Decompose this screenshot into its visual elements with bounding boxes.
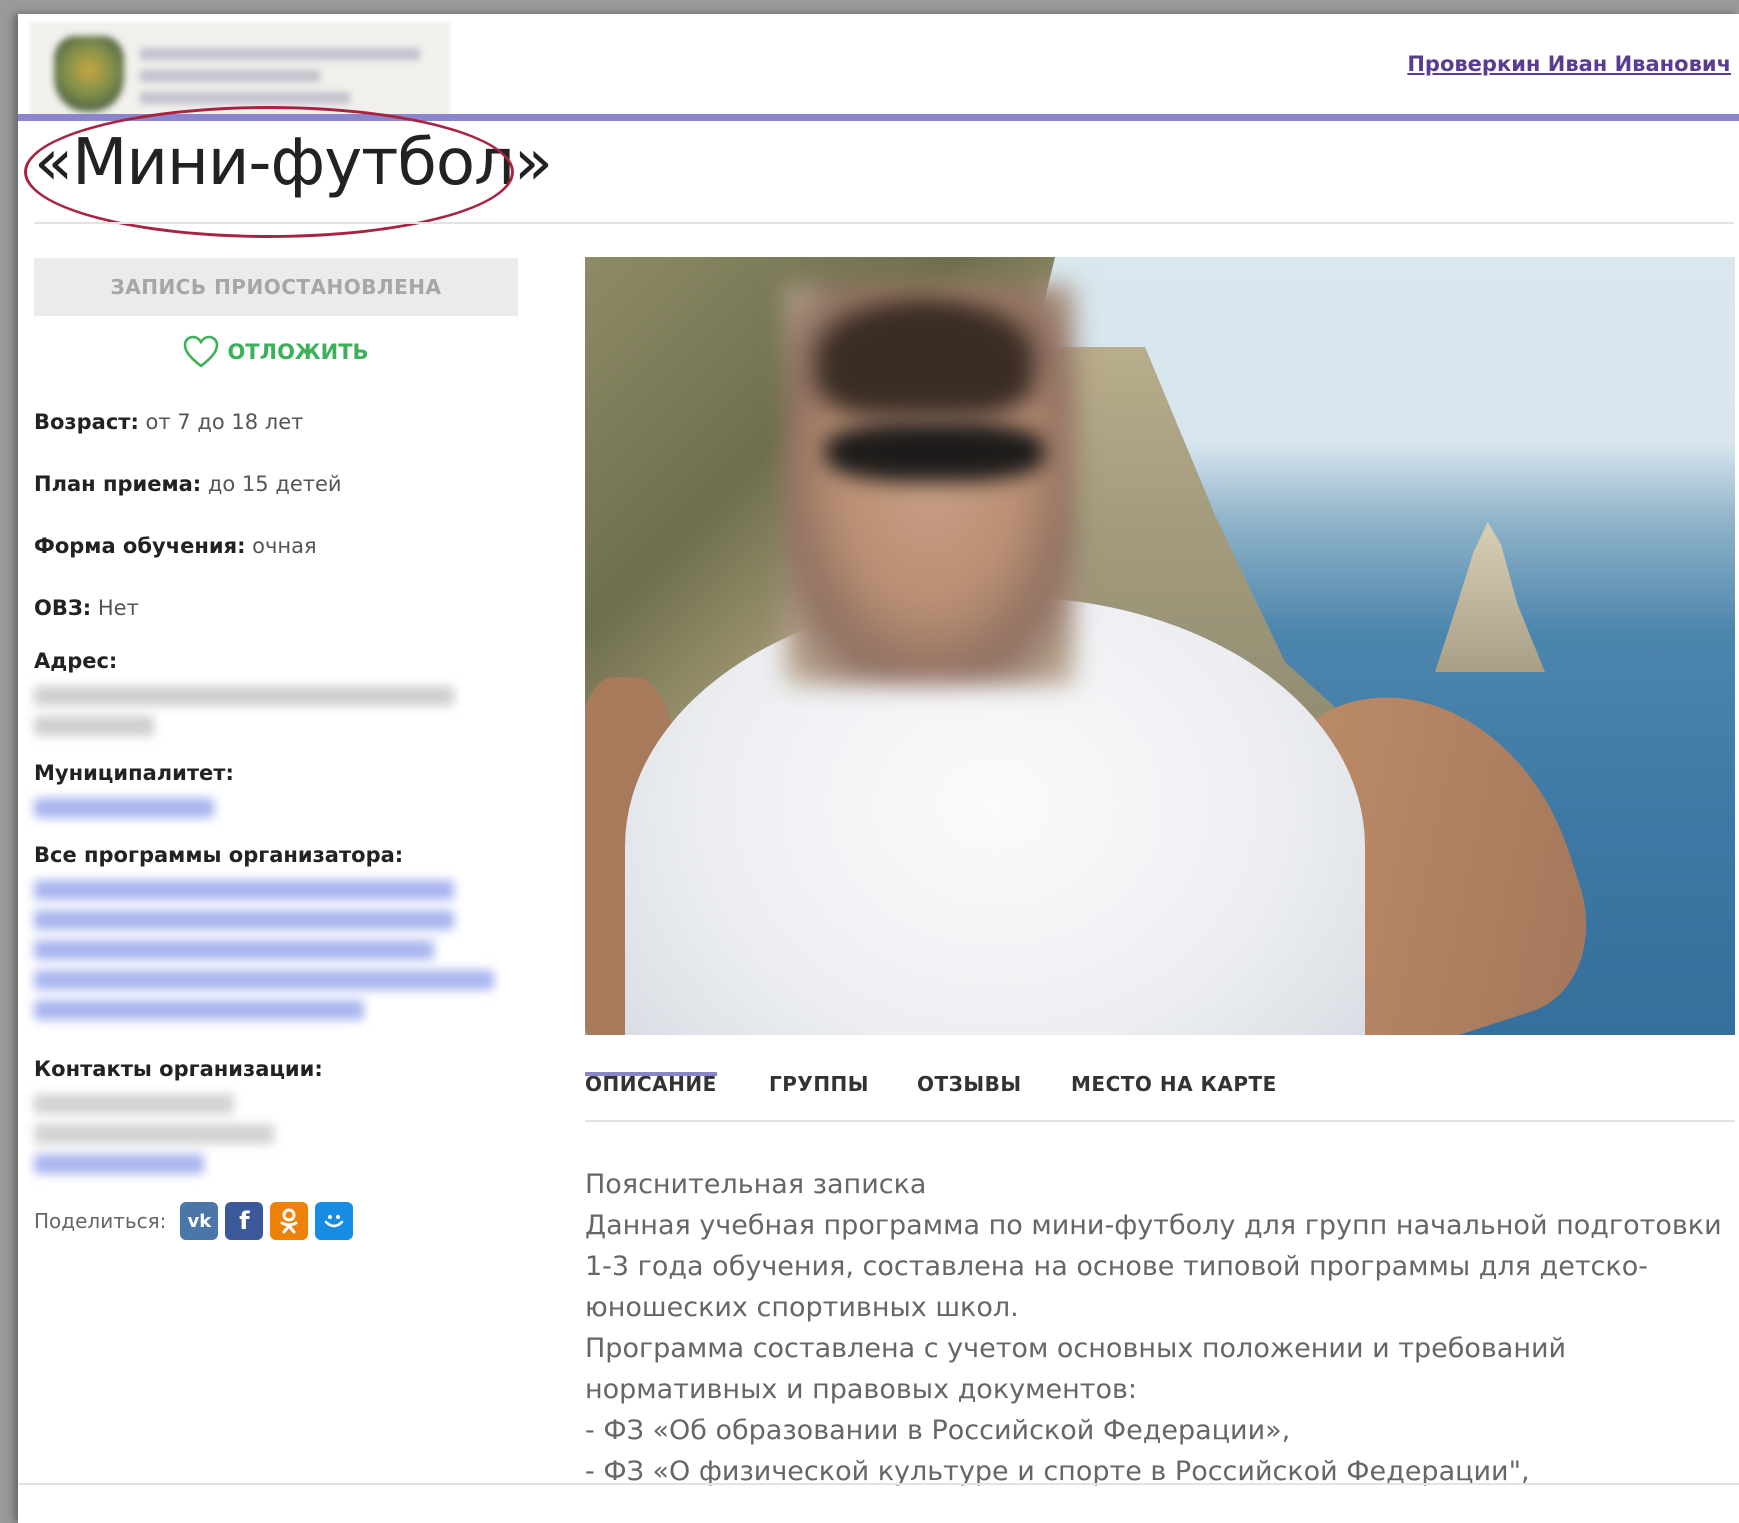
tab-map-location[interactable]: МЕСТО НА КАРТЕ — [1071, 1072, 1277, 1096]
ovz-value: Нет — [97, 596, 139, 620]
description-line: 1-3 года обучения, составлена на основе … — [585, 1251, 1648, 1282]
age-value: от 7 до 18 лет — [145, 410, 304, 434]
site-logo[interactable] — [30, 22, 450, 118]
program-photo — [585, 257, 1735, 1035]
description-line: юношеских спортивных школ. — [585, 1292, 1019, 1323]
moimir-icon[interactable] — [315, 1202, 354, 1240]
organizer-programs-redacted[interactable] — [34, 880, 518, 1020]
facebook-icon[interactable]: f — [225, 1202, 264, 1240]
form-key: Форма обучения: — [34, 534, 246, 558]
description-line: Программа составлена с учетом основных п… — [585, 1333, 1567, 1364]
description-line: Пояснительная записка — [585, 1169, 927, 1200]
vk-icon[interactable]: vk — [180, 1202, 219, 1240]
share-bar: Поделиться: vk f — [34, 1202, 518, 1240]
tab-groups[interactable]: ГРУППЫ — [769, 1072, 869, 1096]
plan-row: План приема: до 15 детей — [34, 462, 518, 506]
active-tab-indicator — [585, 1072, 717, 1076]
address-redacted — [34, 686, 518, 736]
tab-reviews[interactable]: ОТЗЫВЫ — [917, 1072, 1022, 1096]
site-header: Проверкин Иван Иванович — [18, 14, 1739, 118]
photo-hair — [815, 297, 1035, 417]
municipality-label: Муниципалитет: — [34, 761, 234, 785]
tabs-divider — [585, 1120, 1735, 1122]
contacts-redacted — [34, 1094, 518, 1174]
heart-outline-icon — [184, 335, 219, 368]
contacts-label: Контакты организации: — [34, 1057, 323, 1081]
form-value: очная — [252, 534, 317, 558]
description-line: - ФЗ «О физической культуре и спорте в Р… — [585, 1456, 1530, 1487]
coat-of-arms-icon — [54, 36, 124, 112]
postpone-label: ОТЛОЖИТЬ — [227, 340, 369, 364]
plan-key: План приема: — [34, 472, 202, 496]
annotation-ellipse — [24, 106, 514, 238]
ovz-key: ОВЗ: — [34, 596, 92, 620]
description-line: - ФЗ «Об образовании в Российской Федера… — [585, 1415, 1291, 1446]
odnoklassniki-icon[interactable] — [270, 1202, 309, 1240]
age-row: Возраст: от 7 до 18 лет — [34, 400, 518, 444]
address-label: Адрес: — [34, 649, 118, 673]
logo-text-redacted — [140, 48, 440, 114]
ovz-row: ОВЗ: Нет — [34, 586, 518, 630]
description-line: Данная учебная программа по мини-футболу… — [585, 1210, 1722, 1241]
plan-value: до 15 детей — [207, 472, 342, 496]
photo-sea-rock — [1435, 522, 1545, 672]
form-row: Форма обучения: очная — [34, 524, 518, 568]
description-line: нормативных и правовых документов: — [585, 1374, 1137, 1405]
photo-sunglasses — [825, 422, 1045, 482]
programs-label: Все программы организатора: — [34, 843, 404, 867]
title-divider — [34, 222, 1734, 224]
age-key: Возраст: — [34, 410, 139, 434]
page: Проверкин Иван Иванович «Мини-футбол» ЗА… — [18, 14, 1739, 1523]
program-tabs: ОПИСАНИЕ ГРУППЫ ОТЗЫВЫ МЕСТО НА КАРТЕ — [585, 1066, 1735, 1122]
postpone-button[interactable]: ОТЛОЖИТЬ — [34, 330, 518, 374]
user-profile-link[interactable]: Проверкин Иван Иванович — [1407, 52, 1731, 76]
program-sidebar: ЗАПИСЬ ПРИОСТАНОВЛЕНА ОТЛОЖИТЬ Возраст: … — [34, 258, 518, 1240]
bottom-divider — [18, 1483, 1739, 1485]
municipality-link-redacted[interactable] — [34, 798, 518, 818]
program-description: Пояснительная записка Данная учебная про… — [585, 1164, 1735, 1492]
enrollment-suspended-button[interactable]: ЗАПИСЬ ПРИОСТАНОВЛЕНА — [34, 258, 518, 316]
title-area: «Мини-футбол» — [18, 106, 1739, 238]
share-label: Поделиться: — [34, 1209, 167, 1233]
